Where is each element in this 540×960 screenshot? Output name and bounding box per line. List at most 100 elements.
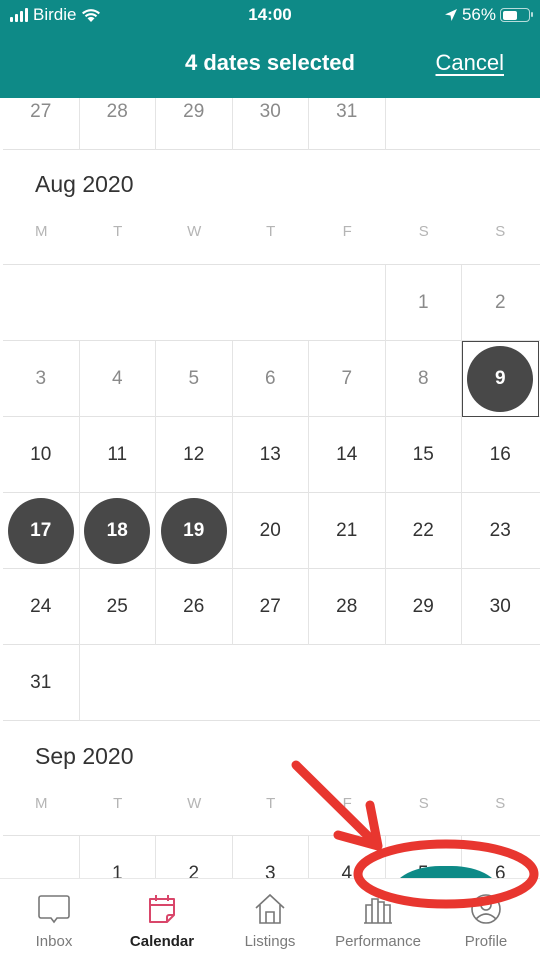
calendar-day[interactable]: 28 bbox=[309, 569, 386, 645]
weekday-label: W bbox=[187, 223, 202, 240]
day-number: 22 bbox=[412, 520, 434, 541]
day-number: 20 bbox=[259, 520, 281, 541]
tab-label: Performance bbox=[335, 933, 421, 950]
calendar-empty-cell bbox=[462, 645, 539, 721]
tab-performance[interactable]: Performance bbox=[324, 879, 432, 960]
calendar-icon bbox=[149, 895, 175, 923]
calendar-day[interactable]: 17 bbox=[3, 493, 80, 569]
weekday-label: S bbox=[418, 223, 429, 240]
tab-label: Inbox bbox=[35, 933, 73, 950]
day-number: 23 bbox=[489, 520, 511, 541]
calendar-day[interactable]: 1 bbox=[386, 265, 462, 341]
calendar-day[interactable]: 12 bbox=[156, 417, 233, 493]
calendar-week-row: 10 11 12 13 14 15 16 bbox=[3, 417, 540, 493]
calendar-day[interactable]: 22 bbox=[386, 493, 462, 569]
calendar-day[interactable]: 4 bbox=[80, 341, 156, 417]
calendar-day[interactable]: 3 bbox=[3, 341, 80, 417]
calendar-day[interactable]: 26 bbox=[156, 569, 233, 645]
calendar-day[interactable]: 18 bbox=[80, 493, 156, 569]
calendar-day[interactable]: 27 bbox=[233, 569, 309, 645]
calendar-day[interactable]: 7 bbox=[309, 341, 386, 417]
calendar-day[interactable]: 31 bbox=[309, 98, 386, 150]
calendar-day[interactable]: 2 bbox=[462, 265, 539, 341]
day-number: 15 bbox=[412, 444, 434, 465]
calendar-day[interactable]: 30 bbox=[233, 98, 309, 150]
cancel-button[interactable]: Cancel bbox=[436, 50, 504, 76]
calendar-day[interactable]: 21 bbox=[309, 493, 386, 569]
day-number: 6 bbox=[264, 368, 276, 389]
calendar-day[interactable]: 4 bbox=[309, 836, 386, 878]
weekday-header: MTWTFSS bbox=[3, 795, 540, 819]
day-number: 7 bbox=[341, 368, 353, 389]
day-number: 28 bbox=[106, 101, 128, 122]
calendar-empty-cell bbox=[309, 265, 386, 341]
day-number: 9 bbox=[494, 368, 506, 389]
day-number: 19 bbox=[183, 520, 205, 541]
battery-percent: 56% bbox=[461, 5, 496, 24]
day-number: 1 bbox=[417, 292, 429, 313]
calendar-day[interactable]: 14 bbox=[309, 417, 386, 493]
calendar-day[interactable]: 6 bbox=[233, 341, 309, 417]
calendar-day[interactable]: 2 bbox=[156, 836, 233, 878]
day-number: 27 bbox=[30, 101, 52, 122]
day-number: 17 bbox=[30, 520, 52, 541]
calendar-day[interactable]: 15 bbox=[386, 417, 462, 493]
calendar-empty-cell bbox=[309, 645, 386, 721]
tab-profile[interactable]: Profile bbox=[432, 879, 540, 960]
calendar-day[interactable]: 9 bbox=[462, 341, 539, 417]
day-number: 13 bbox=[259, 444, 281, 465]
calendar-day[interactable]: 20 bbox=[233, 493, 309, 569]
calendar-empty-cell bbox=[156, 645, 233, 721]
month-title: Aug 2020 bbox=[35, 171, 134, 197]
day-number: 18 bbox=[106, 520, 128, 541]
weekday-label: T bbox=[113, 223, 123, 240]
tab-calendar[interactable]: Calendar bbox=[108, 879, 216, 960]
calendar-day[interactable]: 3 bbox=[233, 836, 309, 878]
day-number: 2 bbox=[188, 863, 200, 878]
calendar-day[interactable]: 13 bbox=[233, 417, 309, 493]
calendar-day[interactable]: 27 bbox=[3, 98, 80, 150]
calendar-empty-cell bbox=[80, 265, 157, 341]
month-grid-aug: 1 2 3 4 5 6 7 8 9 10 11 12 13 14 15 16 17 18 19 20 21 22 23 24 2… bbox=[3, 264, 540, 721]
house-icon bbox=[255, 893, 285, 924]
day-number: 4 bbox=[341, 863, 353, 878]
calendar-day[interactable]: 11 bbox=[80, 417, 156, 493]
day-number: 4 bbox=[111, 368, 123, 389]
calendar-day[interactable]: 25 bbox=[80, 569, 156, 645]
weekday-label: T bbox=[113, 795, 123, 812]
day-number: 24 bbox=[30, 596, 52, 617]
calendar-day[interactable]: 1 bbox=[80, 836, 156, 878]
weekday-label: F bbox=[342, 795, 352, 812]
day-number: 28 bbox=[336, 596, 358, 617]
calendar-day[interactable]: 23 bbox=[462, 493, 539, 569]
status-bar: Birdie 14:00 56% bbox=[0, 0, 540, 32]
tab-inbox[interactable]: Inbox bbox=[0, 879, 108, 960]
weekday-label: T bbox=[266, 223, 276, 240]
day-number: 10 bbox=[30, 444, 52, 465]
day-number: 29 bbox=[412, 596, 434, 617]
calendar-day[interactable]: 10 bbox=[3, 417, 80, 493]
calendar-day[interactable]: 24 bbox=[3, 569, 80, 645]
calendar-day[interactable]: 19 bbox=[156, 493, 233, 569]
calendar-day[interactable]: 5 bbox=[156, 341, 233, 417]
tab-bar: Inbox Calendar Listings Performance Prof… bbox=[0, 878, 540, 960]
calendar-day[interactable]: 8 bbox=[386, 341, 462, 417]
calendar-day[interactable]: 29 bbox=[156, 98, 233, 150]
day-number: 1 bbox=[111, 863, 123, 878]
weekday-header: MTWTFSS bbox=[3, 223, 540, 247]
calendar-week-row: 24 25 26 27 28 29 30 bbox=[3, 569, 540, 645]
calendar-scroll[interactable]: 27 28 29 30 31 Aug 2020 MTWTFSS 1 2 3 4 5 6 7 8 9 10 1… bbox=[0, 98, 540, 878]
month-title: Sep 2020 bbox=[35, 743, 134, 769]
calendar-day[interactable]: 16 bbox=[462, 417, 539, 493]
calendar-day[interactable]: 29 bbox=[386, 569, 462, 645]
calendar-day[interactable]: 30 bbox=[462, 569, 539, 645]
day-number: 14 bbox=[336, 444, 358, 465]
calendar-empty-cell bbox=[3, 836, 80, 878]
calendar-week-row: 17 18 19 20 21 22 23 bbox=[3, 493, 540, 569]
tab-label: Calendar bbox=[129, 933, 195, 950]
calendar-day[interactable]: 31 bbox=[3, 645, 80, 721]
tab-listings[interactable]: Listings bbox=[216, 879, 324, 960]
day-number: 25 bbox=[106, 596, 128, 617]
calendar-day[interactable]: 28 bbox=[80, 98, 156, 150]
weekday-label: S bbox=[418, 795, 429, 812]
